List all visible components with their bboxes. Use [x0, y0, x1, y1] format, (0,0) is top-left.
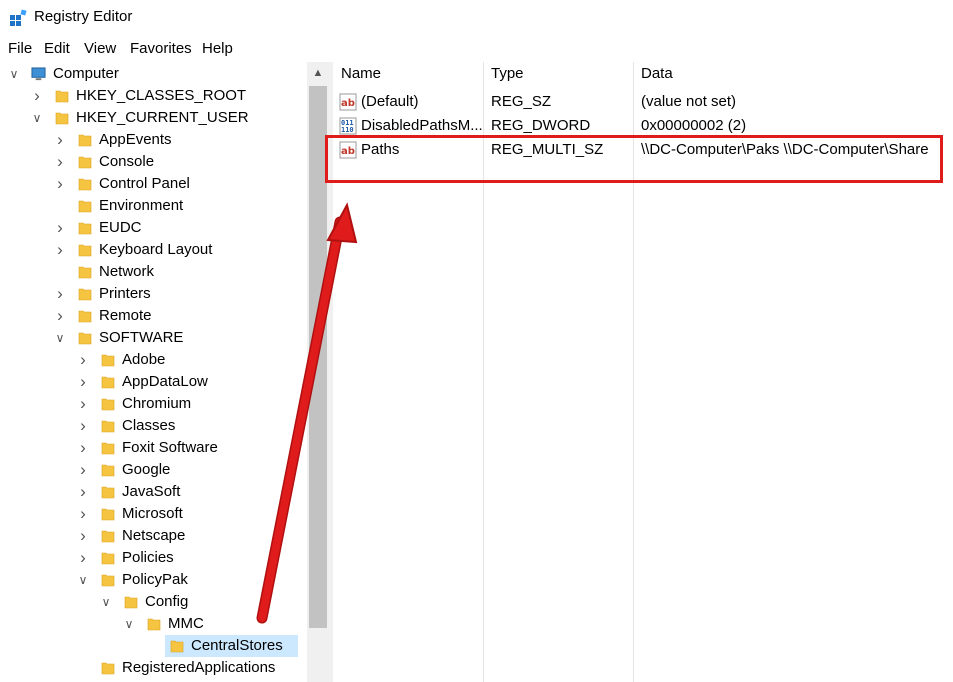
annotation-arrow [256, 202, 358, 624]
